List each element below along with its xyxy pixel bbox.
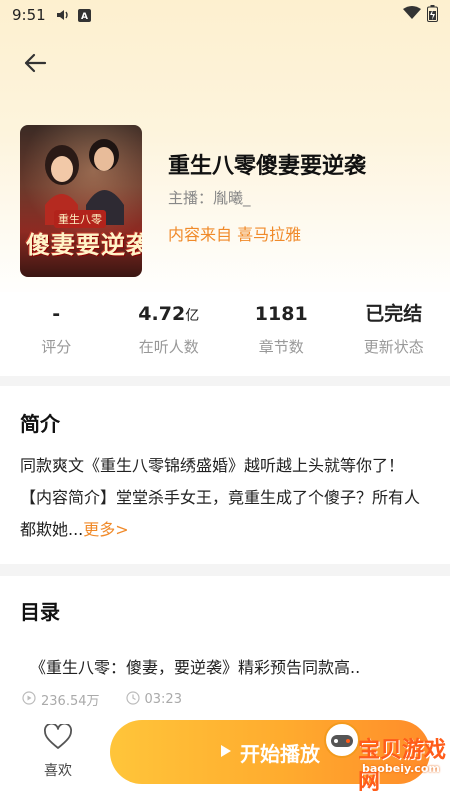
chapter-plays-value: 236.54万	[41, 694, 100, 709]
intro-heading: 简介	[20, 412, 60, 436]
play-icon	[220, 743, 232, 762]
book-title: 重生八零傻妻要逆袭	[168, 154, 367, 179]
book-cover[interactable]: 重生八零 傻妻要逆袭	[20, 125, 142, 277]
chapter-meta: 236.54万 03:23	[22, 690, 200, 709]
intro-text: 同款爽文《重生八零锦绣盛婚》越听越上头就等你了！【内容简介】堂堂杀手女王，竟重生…	[20, 450, 430, 546]
stat-number: 4.72	[138, 303, 186, 325]
stat-label: 在听人数	[138, 338, 199, 356]
stat-value: 4.72亿	[138, 300, 199, 328]
arrow-left-icon	[23, 53, 47, 77]
back-button[interactable]	[18, 50, 52, 80]
battery-icon	[427, 4, 438, 26]
stat-update-status: 已完结 更新状态	[338, 300, 450, 368]
cover-title: 傻妻要逆袭	[26, 230, 142, 259]
book-source[interactable]: 内容来自 喜马拉雅	[168, 221, 301, 245]
catalog-heading: 目录	[20, 600, 60, 624]
book-narrator: 主播：胤曦_	[168, 189, 251, 207]
stat-listeners: 4.72亿 在听人数	[113, 300, 226, 368]
volume-icon	[56, 8, 70, 22]
stat-number: -	[52, 303, 61, 325]
stat-label: 章节数	[258, 338, 304, 356]
stats-row: - 评分 4.72亿 在听人数 1181 章节数 已完结 更新状态	[0, 300, 450, 368]
status-time: 9:51	[12, 6, 46, 24]
wifi-icon	[403, 6, 421, 24]
clock-icon	[125, 690, 140, 709]
chapter-title[interactable]: 《重生八零：傻妻，要逆袭》精彩预告同款高..	[30, 654, 360, 678]
chapter-duration: 03:23	[125, 690, 182, 709]
watermark: 宝贝游戏网 baobeiy.com	[322, 720, 446, 795]
like-button[interactable]: 喜欢	[30, 722, 86, 784]
stat-value: -	[52, 300, 60, 328]
stat-value: 已完结	[365, 300, 422, 328]
heart-icon	[44, 722, 72, 754]
intro-body: 同款爽文《重生八零锦绣盛婚》越听越上头就等你了！【内容简介】堂堂杀手女王，竟重生…	[20, 456, 421, 539]
like-label: 喜欢	[44, 763, 72, 779]
watermark-url: baobeiy.com	[362, 762, 440, 775]
stat-value: 1181	[255, 300, 308, 328]
stat-label: 更新状态	[363, 338, 424, 356]
gamepad-icon	[324, 722, 360, 758]
a-badge-icon: A	[77, 8, 91, 22]
stat-rating: - 评分	[0, 300, 113, 368]
status-bar: 9:51 A	[0, 0, 450, 30]
stat-number: 1181	[254, 303, 308, 325]
more-link[interactable]: 更多>	[83, 520, 128, 539]
play-count-icon	[22, 690, 36, 709]
intro-card: 简介 同款爽文《重生八零锦绣盛婚》越听越上头就等你了！【内容简介】堂堂杀手女王，…	[0, 386, 450, 564]
stat-chapters: 1181 章节数	[225, 300, 338, 368]
stat-number: 已完结	[365, 303, 423, 325]
stat-label: 评分	[41, 338, 72, 356]
svg-text:A: A	[81, 12, 88, 22]
chapter-plays: 236.54万	[22, 690, 100, 709]
chapter-duration-value: 03:23	[144, 692, 182, 707]
stat-unit: 亿	[185, 308, 200, 324]
play-label: 开始播放	[240, 741, 320, 766]
